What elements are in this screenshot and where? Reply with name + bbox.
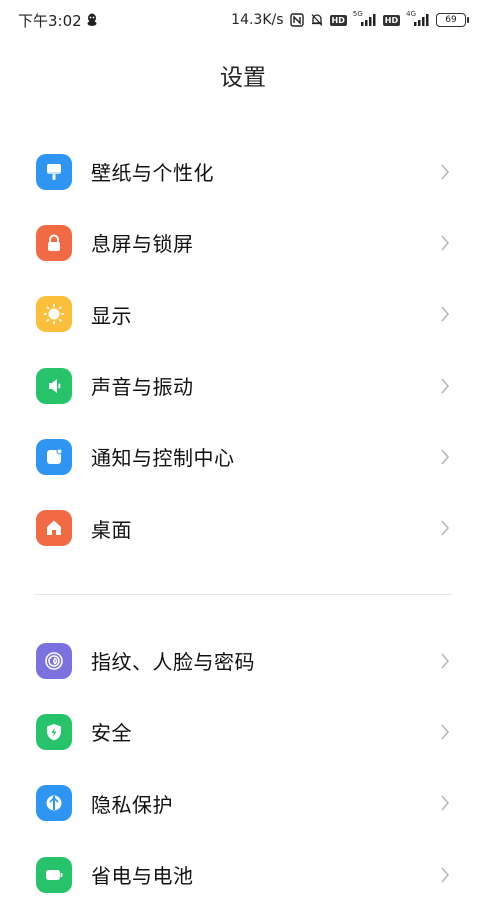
privacy-icon	[36, 785, 72, 822]
setting-label: 省电与电池	[91, 864, 194, 889]
setting-wallpaper[interactable]: 壁纸与个性化	[0, 136, 486, 207]
lock-icon	[36, 224, 72, 261]
net-4g-label: 4G	[406, 10, 416, 18]
chevron-right-icon	[438, 378, 452, 394]
wallpaper-icon	[36, 153, 72, 190]
setting-notifications[interactable]: 通知与控制中心	[0, 421, 486, 492]
speaker-icon	[36, 367, 72, 404]
status-bar: 下午3:02 14.3K/s HD 5G HD 4G 69	[0, 0, 486, 40]
nfc-icon	[289, 13, 304, 27]
setting-label: 安全	[91, 721, 132, 746]
chevron-right-icon	[438, 867, 452, 883]
notification-icon	[36, 438, 72, 475]
qq-icon	[86, 13, 98, 27]
setting-privacy[interactable]: 隐私保护	[0, 768, 486, 839]
setting-fingerprint-face-password[interactable]: 指纹、人脸与密码	[0, 625, 486, 696]
chevron-right-icon	[438, 164, 452, 180]
fingerprint-icon	[36, 642, 72, 679]
status-left: 下午3:02	[18, 10, 98, 31]
setting-label: 显示	[91, 303, 132, 328]
sun-icon	[36, 296, 72, 333]
network-speed: 14.3K/s	[231, 12, 284, 28]
chevron-right-icon	[438, 235, 452, 251]
setting-label: 声音与振动	[91, 375, 194, 400]
page-title: 设置	[220, 65, 266, 91]
chevron-right-icon	[438, 449, 452, 465]
status-time: 下午3:02	[18, 11, 82, 30]
setting-sound[interactable]: 声音与振动	[0, 350, 486, 421]
chevron-right-icon	[438, 724, 452, 740]
setting-label: 指纹、人脸与密码	[91, 650, 255, 675]
home-icon	[36, 510, 72, 547]
hd-badge-2: HD	[382, 14, 401, 26]
shield-icon	[36, 713, 72, 750]
settings-group-2: 指纹、人脸与密码 安全 隐私保护 省电与电池	[0, 625, 486, 900]
setting-label: 隐私保护	[91, 792, 173, 817]
setting-label: 通知与控制中心	[91, 446, 235, 471]
chevron-right-icon	[438, 795, 452, 811]
chevron-right-icon	[438, 520, 452, 536]
chevron-right-icon	[438, 306, 452, 322]
net-5g-label: 5G	[352, 10, 363, 18]
setting-label: 壁纸与个性化	[91, 161, 214, 186]
status-right: 14.3K/s HD 5G HD 4G 69	[231, 10, 469, 28]
setting-label: 息屏与锁屏	[91, 232, 194, 257]
setting-lock-screen[interactable]: 息屏与锁屏	[0, 207, 486, 278]
signal-4g-icon: 4G	[406, 10, 430, 26]
chevron-right-icon	[438, 653, 452, 669]
setting-battery[interactable]: 省电与电池	[0, 839, 486, 900]
hd-badge: HD	[329, 14, 347, 26]
setting-label: 桌面	[91, 517, 132, 542]
setting-security[interactable]: 安全	[0, 696, 486, 767]
section-divider	[34, 594, 452, 595]
mute-bell-icon	[310, 13, 324, 27]
setting-desktop[interactable]: 桌面	[0, 492, 486, 563]
battery-indicator: 69	[436, 13, 469, 27]
settings-group-1: 壁纸与个性化 息屏与锁屏 显示 声音与振动 通知与控制中心 桌面	[0, 136, 486, 564]
battery-icon	[36, 856, 72, 893]
signal-5g-icon: 5G	[353, 10, 377, 26]
setting-display[interactable]: 显示	[0, 279, 486, 350]
